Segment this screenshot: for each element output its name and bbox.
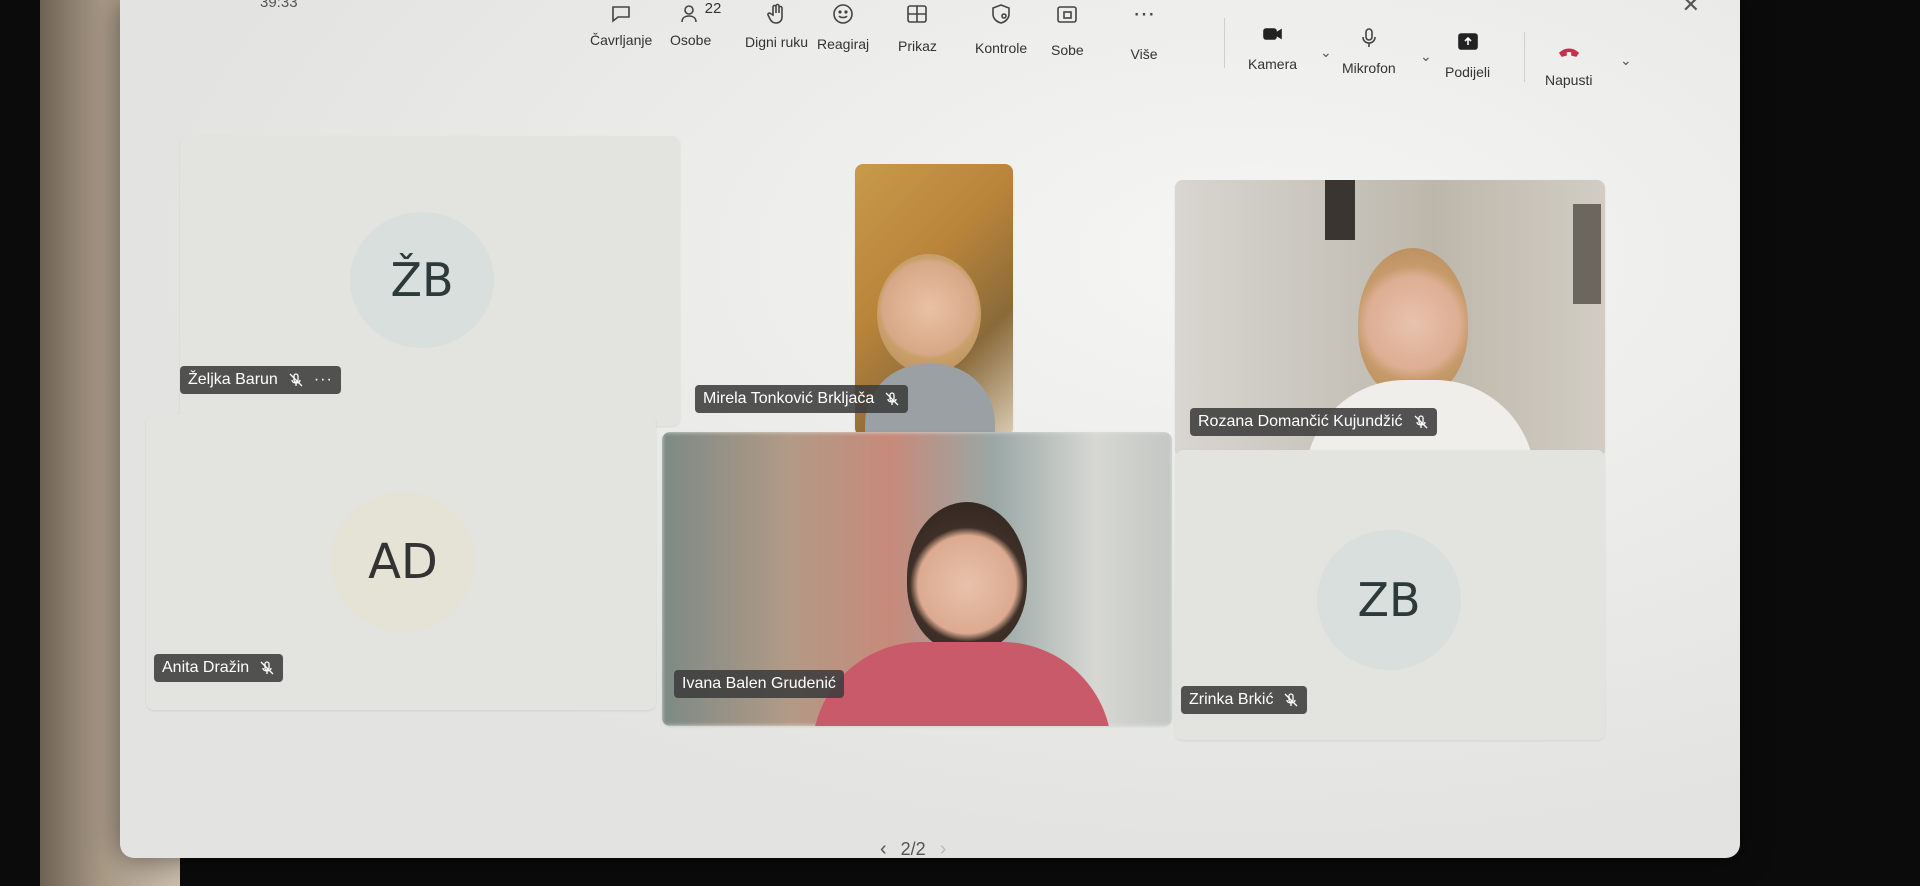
view-label: Prikaz [898, 38, 937, 54]
microphone-icon [1355, 24, 1383, 52]
rooms-label: Sobe [1051, 42, 1084, 58]
react-label: Reagiraj [817, 36, 870, 52]
previous-page-chevron-icon[interactable]: ‹ [880, 838, 887, 858]
microphone-button[interactable]: Mikrofon [1342, 24, 1396, 76]
next-page-chevron-icon[interactable]: › [940, 838, 947, 858]
participant-name: Anita Dražin [162, 659, 250, 676]
people-icon: 22 [677, 0, 721, 28]
participant-name-tag: Mirela Tonković Brkljača [695, 385, 909, 413]
gallery-pager: ‹ 2/2 › [880, 838, 946, 858]
view-button[interactable]: Prikaz [898, 0, 937, 54]
muted-microphone-icon [289, 373, 303, 387]
more-label: Više [1130, 46, 1158, 62]
participant-name-tag: Ivana Balen Grudenić [674, 670, 844, 698]
raise-hand-icon [763, 0, 791, 28]
participant-name-tag: Željka Barun ··· [180, 366, 341, 394]
participant-name-tag: Anita Dražin [154, 654, 284, 682]
microphone-label: Mikrofon [1342, 60, 1396, 76]
participant-name-tag: Rozana Domančić Kujundžić [1190, 408, 1437, 436]
meeting-timer: 39:33 [260, 0, 298, 11]
wall-picture-image [1573, 204, 1601, 304]
leave-icon [1555, 38, 1583, 66]
participant-name: Ivana Balen Grudenić [682, 675, 836, 692]
rooms-icon [1053, 0, 1081, 28]
toolbar-divider [1524, 32, 1525, 82]
avatar: ŽB [350, 212, 494, 348]
participant-name: Željka Barun [188, 371, 278, 388]
share-icon [1454, 28, 1482, 56]
participant-name: Rozana Domančić Kujundžić [1198, 413, 1403, 430]
page-indicator: 2/2 [900, 839, 926, 858]
close-icon[interactable]: ✕ [1682, 0, 1700, 18]
view-icon [903, 0, 931, 28]
controls-button[interactable]: Kontrole [975, 0, 1027, 56]
participant-tile[interactable]: AD Anita Dražin [146, 414, 656, 710]
leave-button[interactable]: Napusti [1545, 38, 1592, 88]
toolbar-divider [1224, 18, 1225, 68]
camera-button[interactable]: Kamera [1248, 20, 1297, 72]
participant-name-tag: Zrinka Brkić [1181, 686, 1308, 714]
camera-label: Kamera [1248, 56, 1298, 72]
chat-icon [607, 0, 635, 28]
controls-icon [987, 0, 1015, 28]
react-button[interactable]: Reagiraj [817, 0, 869, 52]
meeting-toolbar: 39:33 Čavrljanje 22 Osobe Digni ruku Rea… [120, 0, 1740, 100]
wall-picture-image [1325, 180, 1355, 240]
participant-name: Mirela Tonković Brkljača [703, 390, 875, 407]
controls-label: Kontrole [975, 40, 1028, 56]
muted-microphone-icon [885, 392, 899, 406]
more-icon: ⋯ [1133, 1, 1155, 26]
avatar: ZB [1317, 530, 1461, 670]
participant-face-image [907, 502, 1027, 652]
more-button[interactable]: ⋯ Više [1130, 0, 1158, 62]
leave-options-chevron-icon[interactable]: ⌄ [1620, 52, 1632, 69]
share-label: Podijeli [1445, 64, 1491, 80]
avatar: AD [331, 492, 475, 632]
muted-microphone-icon [1414, 415, 1428, 429]
chat-label: Čavrljanje [590, 32, 653, 48]
muted-microphone-icon [1284, 693, 1298, 707]
microphone-options-chevron-icon[interactable]: ⌄ [1420, 48, 1432, 65]
participant-face-image [1358, 248, 1468, 398]
people-button[interactable]: 22 Osobe [670, 0, 721, 48]
camera-icon [1259, 20, 1287, 48]
people-count: 22 [704, 0, 722, 17]
raise-hand-button[interactable]: Digni ruku [745, 0, 808, 50]
participant-name: Zrinka Brkić [1189, 691, 1274, 708]
rooms-button[interactable]: Sobe [1051, 0, 1084, 58]
participant-tile[interactable]: ŽB Željka Barun ··· [180, 136, 680, 426]
chat-button[interactable]: Čavrljanje [590, 0, 652, 48]
people-label: Osobe [670, 32, 712, 48]
camera-options-chevron-icon[interactable]: ⌄ [1320, 44, 1332, 61]
react-icon [829, 0, 857, 28]
muted-microphone-icon [260, 661, 274, 675]
share-button[interactable]: Podijeli [1445, 28, 1490, 80]
participant-video-tile[interactable]: Ivana Balen Grudenić [662, 432, 1172, 726]
participant-tile[interactable]: ZB Zrinka Brkić [1175, 450, 1605, 740]
leave-label: Napusti [1545, 72, 1593, 88]
participant-face-image [877, 254, 981, 374]
meeting-window: 39:33 Čavrljanje 22 Osobe Digni ruku Rea… [120, 0, 1740, 858]
more-options-icon[interactable]: ··· [314, 371, 333, 389]
raise-hand-label: Digni ruku [745, 34, 809, 50]
